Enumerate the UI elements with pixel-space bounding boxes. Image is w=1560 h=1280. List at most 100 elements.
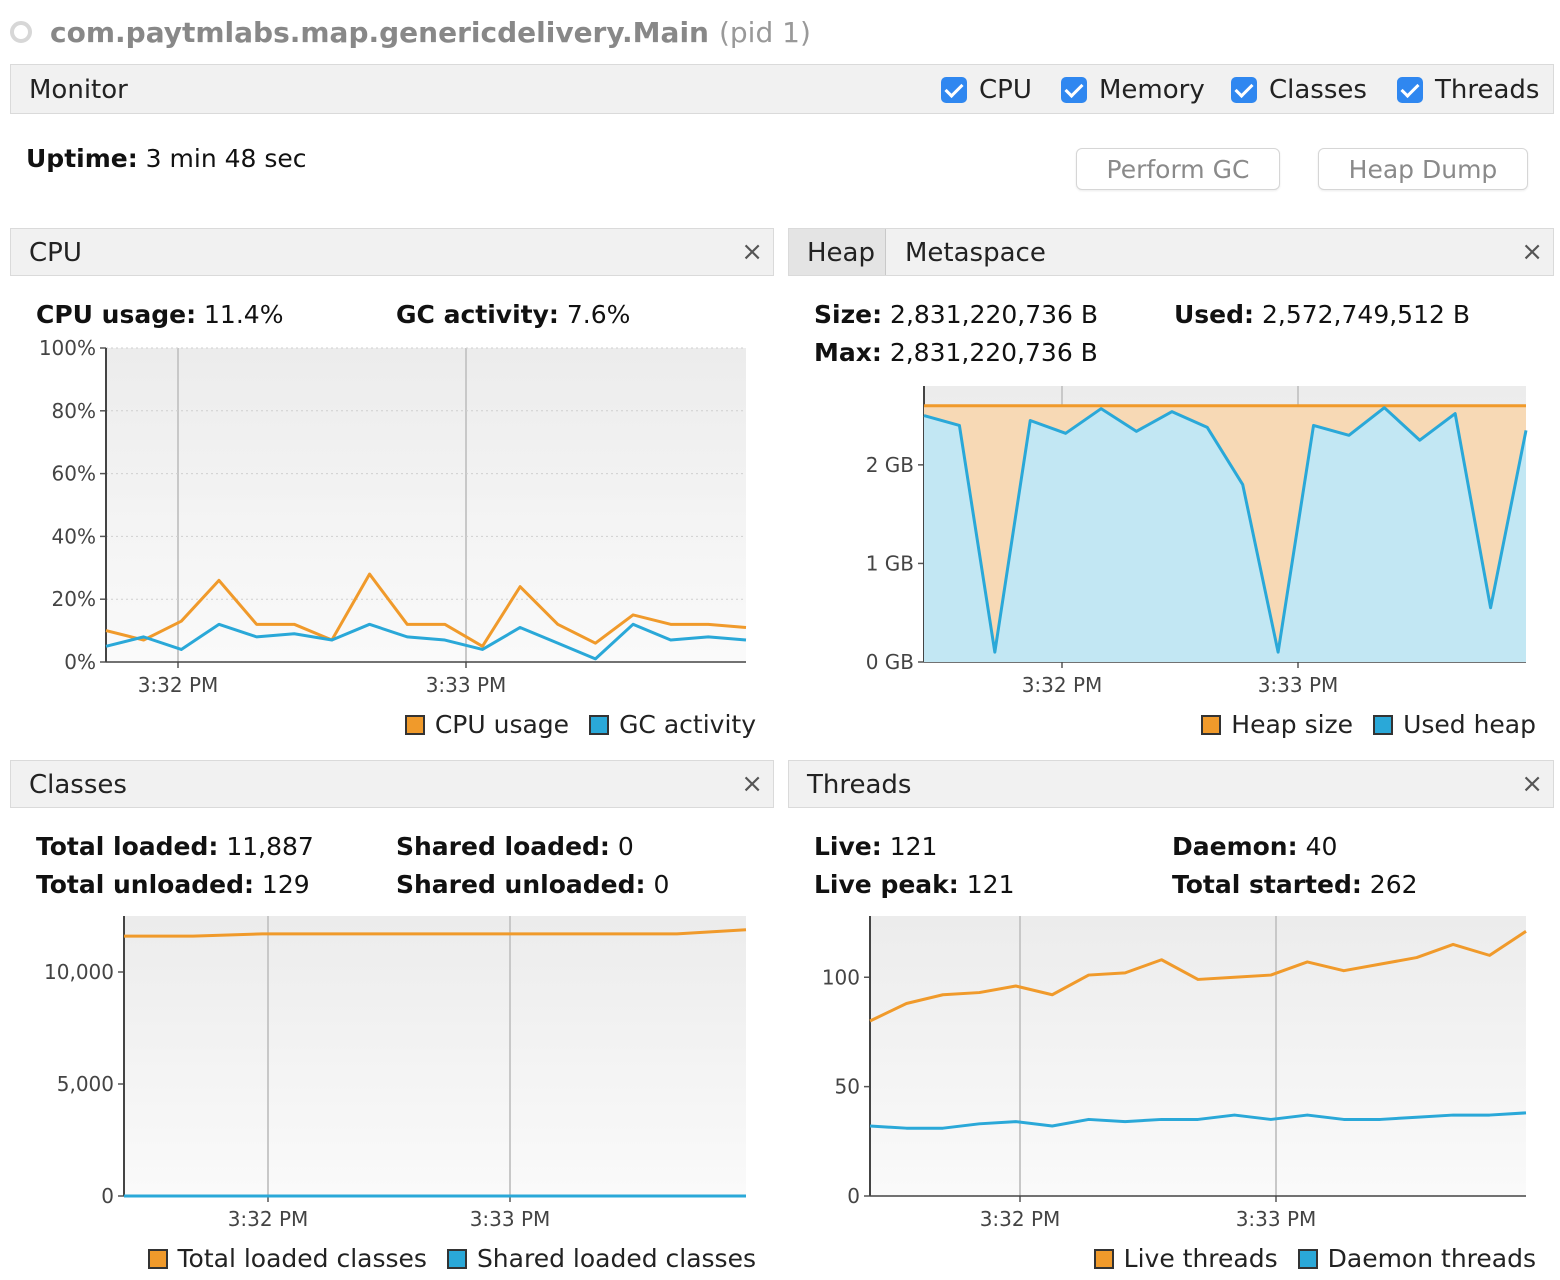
app-name: com.paytmlabs.map.genericdelivery.Main <box>50 15 709 49</box>
legend-item-daemon-threads: Daemon threads <box>1297 1244 1536 1273</box>
classes-checkbox[interactable]: Classes <box>1231 75 1367 105</box>
legend-item-heap-size: Heap size <box>1201 710 1353 739</box>
stat-value: 11.4% <box>204 300 284 329</box>
legend-label: Heap size <box>1231 710 1354 739</box>
plot-area <box>870 916 1526 1196</box>
close-icon[interactable]: × <box>741 237 763 267</box>
stat-label: Live peak: <box>814 870 959 899</box>
gc-activity-stat: GC activity: 7.6% <box>396 300 630 329</box>
stat-label: Total unloaded: <box>36 870 254 899</box>
x-tick-label: 3:32 PM <box>1022 673 1103 697</box>
stat-label: Size: <box>814 300 883 329</box>
memory-checkbox-label: Memory <box>1099 75 1205 105</box>
threads-chart: 0 50 100 3:32 PM 3:33 PM <box>822 916 1527 1231</box>
window-title: com.paytmlabs.map.genericdelivery.Main (… <box>10 10 811 54</box>
monitor-label: Monitor <box>29 75 128 105</box>
legend-label: Shared loaded classes <box>476 1244 756 1273</box>
stat-label: Live: <box>814 832 882 861</box>
uptime-label: Uptime: <box>26 144 138 173</box>
y-tick-label: 100% <box>39 336 96 360</box>
legend-label: Live threads <box>1123 1244 1278 1273</box>
uptime-value: 3 min 48 sec <box>145 144 307 173</box>
stat-label: GC activity: <box>396 300 559 329</box>
shared-unloaded-stat: Shared unloaded: 0 <box>396 870 669 899</box>
checkbox-checked-icon <box>1231 77 1257 103</box>
y-tick-label: 100 <box>822 965 860 989</box>
threads-panel-title: Threads <box>807 770 912 800</box>
y-tick-label: 50 <box>835 1075 860 1099</box>
plot-area <box>106 348 746 662</box>
threads-legend: Live threads Daemon threads <box>1074 1244 1536 1273</box>
checkbox-checked-icon <box>1397 77 1423 103</box>
y-tick-label: 0% <box>64 650 96 674</box>
x-tick-label: 3:33 PM <box>470 1207 551 1231</box>
classes-panel-header: Classes × <box>10 760 774 808</box>
threads-checkbox-label: Threads <box>1435 75 1540 105</box>
stat-value: 129 <box>261 870 310 899</box>
legend-swatch <box>1373 714 1394 735</box>
checkbox-checked-icon <box>941 77 967 103</box>
shared-loaded-stat: Shared loaded: 0 <box>396 832 634 861</box>
stat-value: 2,831,220,736 B <box>889 338 1098 367</box>
threads-checkbox[interactable]: Threads <box>1397 75 1539 105</box>
heap-max-stat: Max: 2,831,220,736 B <box>814 338 1098 367</box>
y-tick-label: 0 <box>101 1184 114 1208</box>
stat-value: 7.6% <box>566 300 631 329</box>
legend-item-used-heap: Used heap <box>1373 710 1536 739</box>
classes-chart: 0 5,000 10,000 3:32 PM 3:33 PM <box>44 916 747 1231</box>
memory-checkbox[interactable]: Memory <box>1061 75 1205 105</box>
tab-metaspace[interactable]: Metaspace <box>905 238 1046 268</box>
cpu-chart: 0% 20% 40% 60% 80% 100% 3:32 PM 3:33 PM <box>39 336 747 697</box>
perform-gc-button[interactable]: Perform GC <box>1076 148 1280 190</box>
heap-legend: Heap size Used heap <box>1181 710 1536 739</box>
stat-value: 121 <box>889 832 938 861</box>
monitor-toolbar: Monitor CPU Memory Classes Threads <box>10 64 1554 114</box>
tab-heap[interactable]: Heap <box>807 238 875 268</box>
heap-dump-button[interactable]: Heap Dump <box>1318 148 1528 190</box>
stat-label: Total started: <box>1172 870 1362 899</box>
memory-panel-header: Heap Metaspace × <box>788 228 1554 276</box>
legend-swatch <box>1093 1248 1114 1269</box>
x-tick-label: 3:32 PM <box>228 1207 309 1231</box>
close-icon[interactable]: × <box>741 769 763 799</box>
legend-swatch <box>147 1248 168 1269</box>
y-tick-label: 40% <box>52 524 96 548</box>
close-icon[interactable]: × <box>1521 237 1543 267</box>
y-tick-label: 1 GB <box>866 551 914 575</box>
legend-item-live-threads: Live threads <box>1093 1244 1278 1273</box>
plot-area <box>124 916 746 1196</box>
y-tick-label: 80% <box>52 399 96 423</box>
live-peak-stat: Live peak: 121 <box>814 870 1014 899</box>
close-icon[interactable]: × <box>1521 769 1543 799</box>
legend-item-shared-loaded: Shared loaded classes <box>446 1244 756 1273</box>
heap-size-stat: Size: 2,831,220,736 B <box>814 300 1098 329</box>
y-tick-label: 5,000 <box>57 1072 114 1096</box>
x-tick-label: 3:32 PM <box>138 673 219 697</box>
legend-label: Used heap <box>1403 710 1536 739</box>
cpu-checkbox[interactable]: CPU <box>941 75 1032 105</box>
stat-label: Max: <box>814 338 882 367</box>
stat-label: Shared loaded: <box>396 832 610 861</box>
live-threads-stat: Live: 121 <box>814 832 937 861</box>
classes-checkbox-label: Classes <box>1269 75 1367 105</box>
cpu-usage-stat: CPU usage: 11.4% <box>36 300 283 329</box>
total-unloaded-stat: Total unloaded: 129 <box>36 870 310 899</box>
stat-value: 11,887 <box>226 832 314 861</box>
y-tick-label: 2 GB <box>866 453 914 477</box>
process-status-icon <box>10 21 32 43</box>
legend-item-gc-activity: GC activity <box>589 710 756 739</box>
legend-swatch <box>589 714 610 735</box>
classes-panel-title: Classes <box>29 770 127 800</box>
x-tick-label: 3:33 PM <box>1236 1207 1317 1231</box>
stat-label: Used: <box>1174 300 1255 329</box>
y-tick-label: 20% <box>52 587 96 611</box>
y-tick-label: 60% <box>52 462 96 486</box>
legend-label: CPU usage <box>434 710 570 739</box>
stat-label: Total loaded: <box>36 832 219 861</box>
stat-value: 121 <box>966 870 1015 899</box>
total-loaded-stat: Total loaded: 11,887 <box>36 832 314 861</box>
stat-value: 2,831,220,736 B <box>890 300 1099 329</box>
legend-swatch <box>1201 714 1222 735</box>
legend-label: Daemon threads <box>1327 1244 1536 1273</box>
classes-legend: Total loaded classes Shared loaded class… <box>128 1244 756 1273</box>
